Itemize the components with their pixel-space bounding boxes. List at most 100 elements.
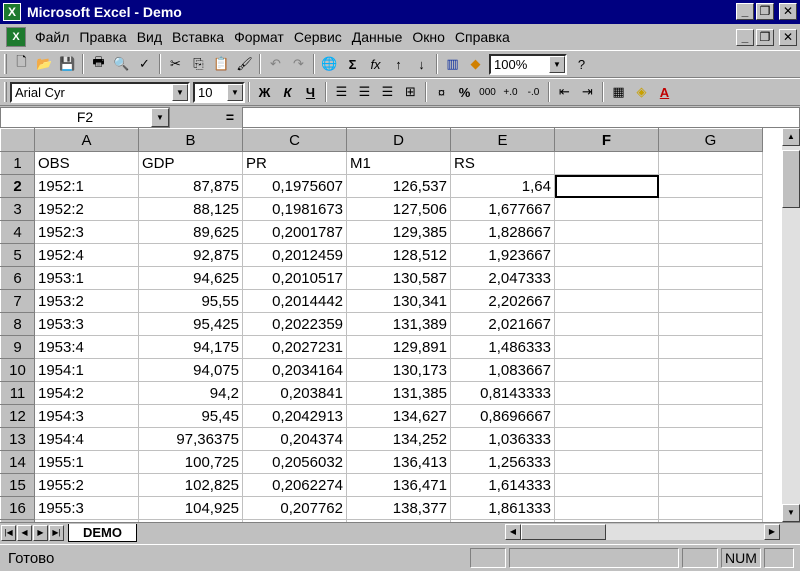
cell[interactable]: 136,413 xyxy=(346,450,451,474)
increase-indent-icon[interactable]: ⇥ xyxy=(576,81,599,103)
cell[interactable] xyxy=(658,220,763,244)
cell[interactable]: 94,2 xyxy=(138,381,243,405)
bold-button[interactable]: Ж xyxy=(253,81,276,103)
restore-button[interactable]: ❐ xyxy=(756,3,774,20)
cell[interactable]: 1,828667 xyxy=(450,220,555,244)
cell[interactable] xyxy=(658,289,763,313)
menu-data[interactable]: Данные xyxy=(347,29,408,45)
cell[interactable]: 1,861333 xyxy=(450,496,555,520)
close-button[interactable]: ✕ xyxy=(779,3,797,20)
row-header[interactable]: 16 xyxy=(0,496,35,520)
cell-selected[interactable] xyxy=(554,174,659,198)
doc-minimize-button[interactable]: _ xyxy=(736,29,754,46)
hyperlink-icon[interactable]: 🌐 xyxy=(318,53,341,75)
format-painter-icon[interactable]: 🖌 xyxy=(233,53,256,75)
align-center-icon[interactable]: ☰ xyxy=(353,81,376,103)
merge-center-icon[interactable]: ⊞ xyxy=(399,81,422,103)
formula-input[interactable] xyxy=(242,106,800,128)
row-header[interactable]: 8 xyxy=(0,312,35,336)
menu-insert[interactable]: Вставка xyxy=(167,29,229,45)
cell[interactable] xyxy=(554,496,659,520)
horizontal-scrollbar[interactable]: ◀ ▶ xyxy=(505,524,780,540)
cell[interactable]: 88,125 xyxy=(138,197,243,221)
first-sheet-icon[interactable]: |◀ xyxy=(1,524,16,541)
vertical-scrollbar[interactable]: ▲ ▼ xyxy=(782,128,800,522)
cell[interactable] xyxy=(554,266,659,290)
cell[interactable]: 136,471 xyxy=(346,473,451,497)
function-icon[interactable]: fx xyxy=(364,53,387,75)
cell[interactable]: 1954:1 xyxy=(34,358,139,382)
scroll-right-icon[interactable]: ▶ xyxy=(764,524,780,540)
cell[interactable] xyxy=(554,358,659,382)
cell[interactable]: 1953:3 xyxy=(34,312,139,336)
currency-icon[interactable]: ¤ xyxy=(430,81,453,103)
cell[interactable]: 1954:4 xyxy=(34,427,139,451)
cell[interactable]: 1955:3 xyxy=(34,496,139,520)
row-header[interactable]: 14 xyxy=(0,450,35,474)
chart-wizard-icon[interactable]: ▥ xyxy=(441,53,464,75)
font-name-select[interactable]: Arial Cyr ▼ xyxy=(10,81,190,103)
cell[interactable]: M1 xyxy=(346,151,451,175)
row-header[interactable]: 7 xyxy=(0,289,35,313)
column-header[interactable]: A xyxy=(34,128,139,152)
cell[interactable]: 1954:3 xyxy=(34,404,139,428)
cell[interactable]: 1,614333 xyxy=(450,473,555,497)
cell[interactable]: 1953:1 xyxy=(34,266,139,290)
cell[interactable]: 97,36375 xyxy=(138,427,243,451)
cell[interactable]: 2,047333 xyxy=(450,266,555,290)
cell[interactable]: 129,385 xyxy=(346,220,451,244)
align-left-icon[interactable]: ☰ xyxy=(330,81,353,103)
save-icon[interactable]: 💾 xyxy=(56,53,79,75)
chevron-down-icon[interactable]: ▼ xyxy=(151,107,169,127)
next-sheet-icon[interactable]: ▶ xyxy=(33,524,48,541)
cell[interactable]: 92,875 xyxy=(138,243,243,267)
last-sheet-icon[interactable]: ▶| xyxy=(49,524,64,541)
italic-button[interactable]: К xyxy=(276,81,299,103)
cell[interactable] xyxy=(658,427,763,451)
select-all-corner[interactable] xyxy=(0,128,35,152)
cell[interactable] xyxy=(554,197,659,221)
cell[interactable]: 126,537 xyxy=(346,174,451,198)
cell[interactable]: OBS xyxy=(34,151,139,175)
percent-button[interactable]: % xyxy=(453,81,476,103)
cell[interactable]: GDP xyxy=(138,151,243,175)
row-header[interactable]: 12 xyxy=(0,404,35,428)
cell[interactable]: 0,2010517 xyxy=(242,266,347,290)
cell[interactable]: 0,1981673 xyxy=(242,197,347,221)
cell[interactable]: 0,2062274 xyxy=(242,473,347,497)
chevron-down-icon[interactable]: ▼ xyxy=(227,83,243,101)
menu-view[interactable]: Вид xyxy=(132,29,167,45)
row-header[interactable]: 6 xyxy=(0,266,35,290)
sort-descending-icon[interactable]: ↓ xyxy=(410,53,433,75)
zoom-select[interactable]: 100% ▼ xyxy=(489,53,567,75)
cell[interactable]: 0,8696667 xyxy=(450,404,555,428)
cell[interactable]: 138,377 xyxy=(346,496,451,520)
sort-ascending-icon[interactable]: ↑ xyxy=(387,53,410,75)
cell[interactable]: 0,2042913 xyxy=(242,404,347,428)
new-icon[interactable]: 🗋 xyxy=(10,53,33,75)
cell[interactable] xyxy=(554,473,659,497)
cell[interactable]: 0,2056032 xyxy=(242,450,347,474)
cell[interactable]: 1,923667 xyxy=(450,243,555,267)
redo-icon[interactable]: ↷ xyxy=(287,53,310,75)
cell[interactable]: 94,075 xyxy=(138,358,243,382)
cell[interactable]: 95,45 xyxy=(138,404,243,428)
scroll-thumb[interactable] xyxy=(782,150,800,208)
fill-color-icon[interactable]: ◈ xyxy=(630,81,653,103)
doc-restore-button[interactable]: ❐ xyxy=(756,29,774,46)
cell[interactable]: 0,2001787 xyxy=(242,220,347,244)
cell[interactable] xyxy=(658,266,763,290)
row-header[interactable]: 5 xyxy=(0,243,35,267)
cell[interactable] xyxy=(554,243,659,267)
cell[interactable]: 1953:4 xyxy=(34,335,139,359)
cell[interactable]: 1,036333 xyxy=(450,427,555,451)
autosum-icon[interactable]: Σ xyxy=(341,53,364,75)
cell[interactable]: 0,2014442 xyxy=(242,289,347,313)
cell[interactable]: 102,825 xyxy=(138,473,243,497)
cell[interactable] xyxy=(658,496,763,520)
menu-file[interactable]: Файл xyxy=(30,29,74,45)
name-box[interactable]: F2 ▼ xyxy=(0,106,170,128)
cell[interactable]: 134,627 xyxy=(346,404,451,428)
cell[interactable]: 1955:1 xyxy=(34,450,139,474)
cell[interactable]: PR xyxy=(242,151,347,175)
